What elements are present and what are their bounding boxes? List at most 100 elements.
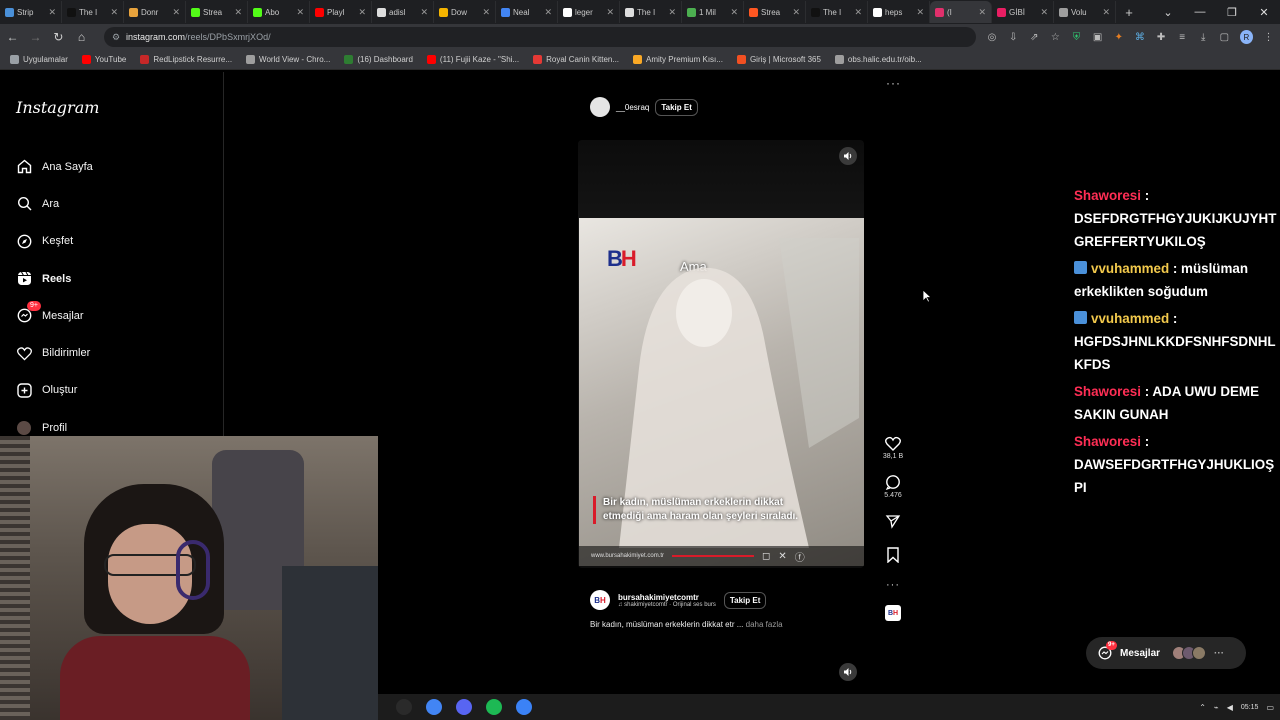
menu-kebab-icon[interactable]: ⋮ bbox=[1263, 32, 1274, 43]
close-icon[interactable]: ✕ bbox=[606, 7, 614, 18]
bookmark-item[interactable]: RedLipstick Resurre... bbox=[140, 55, 232, 64]
bookmark-item[interactable]: Royal Canin Kitten... bbox=[533, 55, 619, 64]
follow-button[interactable]: Takip Et bbox=[655, 98, 698, 116]
close-icon[interactable]: ✕ bbox=[730, 7, 738, 18]
close-icon[interactable]: ✕ bbox=[358, 7, 366, 18]
bookmark-item[interactable]: (16) Dashboard bbox=[344, 55, 413, 64]
messages-popup-button[interactable]: 9+ Mesajlar ··· bbox=[1086, 637, 1246, 669]
more-options-icon[interactable]: ··· bbox=[886, 579, 900, 591]
avatar[interactable]: BH bbox=[590, 590, 610, 610]
save-button[interactable] bbox=[886, 547, 900, 563]
browser-tab[interactable]: The I ✕ bbox=[620, 1, 682, 23]
browser-tab[interactable]: Strip ✕ bbox=[0, 1, 62, 23]
site-info-icon[interactable]: ⚙ bbox=[112, 32, 120, 43]
chrome-icon[interactable] bbox=[426, 699, 442, 715]
network-icon[interactable]: ⌁ bbox=[1214, 703, 1219, 712]
clock[interactable]: 05:15 bbox=[1241, 703, 1259, 712]
extension-shield-icon[interactable]: ⛨ bbox=[1071, 32, 1082, 43]
notifications-icon[interactable]: ▭ bbox=[1266, 703, 1274, 712]
home-button-icon[interactable]: ⌂ bbox=[75, 30, 88, 44]
browser-tab[interactable]: adisl ✕ bbox=[372, 1, 434, 23]
profile-avatar[interactable]: R bbox=[1239, 30, 1253, 44]
browser-tab[interactable]: Volu ✕ bbox=[1054, 1, 1116, 23]
close-icon[interactable]: ✕ bbox=[110, 7, 118, 18]
avatar[interactable] bbox=[590, 97, 610, 117]
sidebar-item-search[interactable]: Ara bbox=[16, 185, 93, 222]
url-input[interactable]: ⚙ instagram.com/reels/DPbSxmrjXOd/ bbox=[103, 27, 977, 47]
mute-toggle-icon[interactable] bbox=[839, 663, 857, 681]
maximize-icon[interactable]: ❐ bbox=[1216, 6, 1248, 19]
sidebar-item-compass[interactable]: Keşfet bbox=[16, 223, 93, 260]
browser-tab[interactable]: Strea ✕ bbox=[186, 1, 248, 23]
minimize-icon[interactable]: — bbox=[1184, 6, 1216, 18]
split-view-icon[interactable]: ▢ bbox=[1219, 32, 1230, 43]
browser-tab[interactable]: GİBİ ✕ bbox=[992, 1, 1054, 23]
browser-tab[interactable]: 1 Mil ✕ bbox=[682, 1, 744, 23]
media-controls-icon[interactable]: ≡ bbox=[1177, 32, 1188, 43]
bookmark-item[interactable]: World View - Chro... bbox=[246, 55, 330, 64]
sidebar-item-plus[interactable]: Oluştur bbox=[16, 372, 93, 409]
obs-icon[interactable] bbox=[396, 699, 412, 715]
bookmark-item[interactable]: Giriş | Microsoft 365 bbox=[736, 55, 821, 64]
notepad-icon[interactable] bbox=[516, 699, 532, 715]
close-icon[interactable]: ✕ bbox=[854, 7, 862, 18]
share-button[interactable] bbox=[885, 513, 901, 529]
new-tab-icon[interactable]: + bbox=[1120, 5, 1138, 20]
browser-tab[interactable]: (I ✕ bbox=[930, 1, 992, 23]
close-icon[interactable]: ✕ bbox=[916, 7, 924, 18]
bookmark-item[interactable]: Uygulamalar bbox=[10, 55, 68, 64]
spotify-icon[interactable] bbox=[486, 699, 502, 715]
browser-tab[interactable]: The I ✕ bbox=[806, 1, 868, 23]
close-icon[interactable]: ✕ bbox=[172, 7, 180, 18]
browser-tab[interactable]: The I ✕ bbox=[62, 1, 124, 23]
close-icon[interactable]: ✕ bbox=[482, 7, 490, 18]
instagram-logo[interactable]: Instagram bbox=[16, 98, 99, 117]
volume-icon[interactable]: ◀ bbox=[1227, 703, 1233, 712]
close-icon[interactable]: ✕ bbox=[668, 7, 676, 18]
downloads-icon[interactable]: ⤓ bbox=[1198, 32, 1209, 43]
close-icon[interactable]: ✕ bbox=[1248, 6, 1280, 19]
more-link[interactable]: daha fazla bbox=[746, 620, 783, 629]
more-options-icon[interactable]: ··· bbox=[886, 76, 901, 90]
bookmark-item[interactable]: (11) Fujii Kaze - "Shi... bbox=[426, 55, 519, 64]
browser-tab[interactable]: heps ✕ bbox=[868, 1, 930, 23]
reel-username[interactable]: bursahakimiyetcomtr bbox=[618, 593, 716, 602]
back-icon[interactable]: ← bbox=[6, 30, 19, 44]
reel-audio-label[interactable]: ♫ shakimiyetcomtr · Orijinal ses burs bbox=[618, 602, 716, 608]
close-icon[interactable]: ✕ bbox=[978, 7, 986, 18]
sidebar-item-heart[interactable]: Bildirimler bbox=[16, 334, 93, 371]
google-lens-icon[interactable]: ◎ bbox=[986, 32, 997, 43]
close-icon[interactable]: ✕ bbox=[234, 7, 242, 18]
extension-icon[interactable]: ▣ bbox=[1092, 32, 1103, 43]
close-icon[interactable]: ✕ bbox=[792, 7, 800, 18]
like-button[interactable]: 38,1 B bbox=[883, 436, 903, 460]
bookmark-item[interactable]: Amity Premium Kısı... bbox=[633, 55, 723, 64]
extension-translate-icon[interactable]: ⌘ bbox=[1134, 32, 1145, 43]
share-icon[interactable]: ⇗ bbox=[1029, 32, 1040, 43]
reel-video[interactable]: BH Ama Bir kadın, müslüman erkeklerin di… bbox=[578, 140, 864, 568]
tray-chevron-icon[interactable]: ⌃ bbox=[1199, 703, 1206, 712]
sidebar-item-messenger[interactable]: 9+ Mesajlar bbox=[16, 297, 93, 334]
close-icon[interactable]: ✕ bbox=[544, 7, 552, 18]
bookmark-star-icon[interactable]: ☆ bbox=[1050, 32, 1061, 43]
comment-button[interactable]: 5.476 bbox=[884, 474, 902, 499]
browser-tab[interactable]: Abo ✕ bbox=[248, 1, 310, 23]
extensions-puzzle-icon[interactable]: ✚ bbox=[1155, 32, 1166, 43]
browser-tab[interactable]: Neal ✕ bbox=[496, 1, 558, 23]
browser-tab[interactable]: Dow ✕ bbox=[434, 1, 496, 23]
tab-search-icon[interactable]: ⌄ bbox=[1152, 6, 1184, 19]
extension-fox-icon[interactable]: ✦ bbox=[1113, 32, 1124, 43]
audio-thumbnail[interactable]: BH bbox=[885, 605, 901, 621]
browser-tab[interactable]: Strea ✕ bbox=[744, 1, 806, 23]
mute-toggle-icon[interactable] bbox=[839, 147, 857, 165]
browser-tab[interactable]: Playl ✕ bbox=[310, 1, 372, 23]
follow-button[interactable]: Takip Et bbox=[723, 591, 767, 609]
close-icon[interactable]: ✕ bbox=[1040, 7, 1048, 18]
close-icon[interactable]: ✕ bbox=[296, 7, 304, 18]
reload-icon[interactable]: ↻ bbox=[52, 30, 65, 44]
sidebar-item-reels[interactable]: Reels bbox=[16, 260, 93, 297]
bookmark-item[interactable]: obs.halic.edu.tr/oib... bbox=[834, 55, 922, 64]
discord-icon[interactable] bbox=[456, 699, 472, 715]
browser-tab[interactable]: Donr ✕ bbox=[124, 1, 186, 23]
previous-reel-username[interactable]: __0esraq bbox=[616, 103, 649, 112]
